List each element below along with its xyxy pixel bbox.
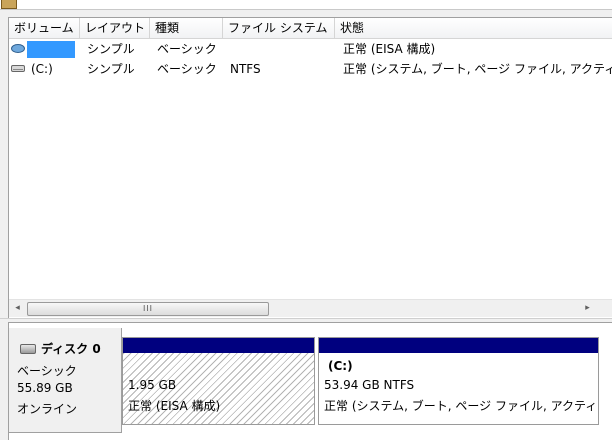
column-header-layout[interactable]: レイアウト [80,18,150,38]
partition-name: (C:) [328,359,353,373]
partition-header-bar [319,338,598,353]
horizontal-scrollbar[interactable]: ◂ III ▸ [9,299,612,317]
scroll-left-arrow-icon[interactable]: ◂ [9,300,26,317]
volume-blue-icon [11,44,25,53]
volume-filesystem: NTFS [230,62,261,76]
volume-row[interactable]: (C:) シンプル ベーシック NTFS 正常 (システム, ブート, ページ … [9,59,612,79]
disk-title: ディスク 0 [41,342,101,356]
column-header-type[interactable]: 種類 [150,18,223,38]
partition-size: 53.94 GB NTFS [324,378,415,392]
volume-name: (C:) [31,62,53,76]
partition-eisa[interactable]: 1.95 GB 正常 (EISA 構成) [122,337,315,425]
scroll-thumb[interactable]: III [27,302,269,316]
volume-list[interactable]: ボリューム レイアウト 種類 ファイル システム 状態 シンプル ベーシック 正… [8,17,612,319]
partition-body: 1.95 GB 正常 (EISA 構成) [123,353,314,424]
partition-body: (C:) 53.94 GB NTFS 正常 (システム, ブート, ページ ファ… [319,353,598,424]
volume-name [29,39,79,59]
disk-info-panel[interactable]: ディスク 0 ベーシック 55.89 GB オンライン [9,328,122,433]
volume-status: 正常 (EISA 構成) [343,42,436,56]
column-header-status[interactable]: 状態 [335,18,612,38]
disk-kind: ベーシック [17,364,77,378]
volume-row[interactable]: シンプル ベーシック 正常 (EISA 構成) [9,39,612,59]
disk-icon [20,344,36,354]
column-header-volume[interactable]: ボリューム [9,18,80,38]
volume-layout: シンプル [87,62,135,76]
volume-type: ベーシック [157,42,217,56]
partition-status: 正常 (システム, ブート, ページ ファイル, アクティブ [324,399,598,413]
app-icon [1,0,17,9]
column-header-filesystem[interactable]: ファイル システム [223,18,335,38]
partition-status: 正常 (EISA 構成) [128,399,221,413]
volume-drive-icon [11,65,25,72]
volume-type: ベーシック [157,62,217,76]
scroll-right-arrow-icon[interactable]: ▸ [579,300,596,317]
partition-header-bar [123,338,314,353]
disk-size: 55.89 GB [17,381,73,395]
disk-state: オンライン [17,402,78,416]
column-header-row: ボリューム レイアウト 種類 ファイル システム 状態 [9,18,612,39]
disk-map: ディスク 0 ベーシック 55.89 GB オンライン 1.95 GB 正常 (… [8,322,612,440]
volume-layout: シンプル [87,42,135,56]
partition-c-drive[interactable]: (C:) 53.94 GB NTFS 正常 (システム, ブート, ページ ファ… [318,337,599,425]
scroll-grip: III [142,304,154,313]
partition-size: 1.95 GB [128,378,177,392]
volume-status: 正常 (システム, ブート, ページ ファイル, アクティブ [343,62,612,76]
title-bar-strip [0,0,612,10]
